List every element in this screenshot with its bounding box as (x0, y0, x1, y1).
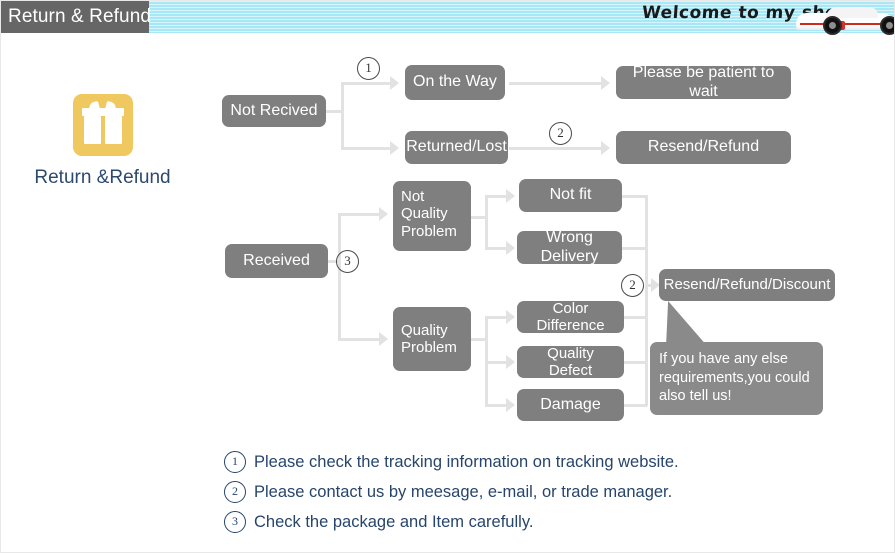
connector-colordiff-merge (622, 316, 647, 319)
marker-1: 1 (357, 57, 380, 80)
callout-bubble: If you have any else requirements,you co… (650, 342, 823, 415)
node-not-quality-problem[interactable]: Not Quality Problem (393, 181, 471, 251)
connector-to-damage (485, 404, 507, 407)
callout-tail (666, 301, 708, 347)
node-label-line2: Quality (401, 205, 448, 223)
node-please-wait[interactable]: Please be patient to wait (616, 64, 791, 100)
connector-received-split (338, 213, 341, 341)
legend-number: 2 (224, 481, 246, 503)
node-quality-defect[interactable]: Quality Defect (517, 345, 624, 379)
brand-block: Return &Refund (25, 94, 180, 189)
node-wrong-delivery[interactable]: Wrong Delivery (517, 229, 622, 265)
node-damage[interactable]: Damage (517, 389, 624, 421)
connector-top-split-vertical (341, 82, 344, 150)
car-wheel-front (823, 16, 842, 35)
node-returned-lost[interactable]: Returned/Lost (405, 131, 508, 164)
connector-to-notquality (338, 213, 380, 216)
legend-text: Please check the tracking information on… (254, 452, 679, 471)
connector-to-ontheway (341, 82, 391, 85)
header-banner: Return & Refund Welcome to my shop (1, 1, 894, 35)
arrow-to-qualitydefect (506, 355, 515, 369)
marker-3: 3 (336, 250, 359, 273)
gift-icon (72, 94, 133, 156)
connector-notquality-split (485, 195, 488, 248)
legend-item: 3 Check the package and Item carefully. (224, 507, 824, 537)
connector-returnedlost-to-resend (509, 147, 601, 150)
legend-item: 1 Please check the tracking information … (224, 447, 824, 477)
legend-text: Check the package and Item carefully. (254, 512, 534, 531)
arrow-to-wait (601, 76, 610, 90)
node-quality-problem[interactable]: Quality Problem (393, 307, 471, 371)
brand-label: Return &Refund (34, 167, 171, 188)
legend-number: 1 (224, 451, 246, 473)
arrow-to-quality (379, 332, 388, 346)
arrow-to-notfit (506, 189, 515, 203)
connector-to-colordiff (485, 316, 507, 319)
node-not-received[interactable]: Not Recived (222, 95, 326, 127)
car-graphic (796, 5, 894, 35)
gift-box-right (104, 116, 122, 144)
car-wheel-rear (880, 16, 894, 35)
page-title: Return & Refund (1, 1, 151, 33)
arrow-to-returnedlost (390, 141, 399, 155)
node-label-line3: Problem (401, 222, 457, 240)
marker-2-top: 2 (549, 122, 572, 145)
node-resend-refund-discount[interactable]: Resend/Refund/Discount (659, 269, 835, 301)
arrow-to-notquality (379, 207, 388, 221)
connector-to-quality (338, 338, 380, 341)
arrow-to-damage (506, 398, 515, 412)
connector-to-returnedlost (341, 147, 391, 150)
marker-2-bottom: 2 (621, 274, 644, 297)
node-label-line1: Quality (401, 321, 448, 339)
connector-to-qualitydefect (485, 361, 507, 364)
return-refund-infographic: Return & Refund Welcome to my shop Retur… (0, 0, 895, 553)
connector-damage-merge (622, 404, 647, 407)
connector-to-notfit (485, 195, 507, 198)
legend-number: 3 (224, 511, 246, 533)
node-on-the-way[interactable]: On the Way (405, 65, 505, 100)
node-color-difference[interactable]: Color Difference (517, 300, 624, 334)
legend: 1 Please check the tracking information … (224, 447, 824, 537)
legend-item: 2 Please contact us by meesage, e-mail, … (224, 477, 824, 507)
connector-to-wrongdelivery (485, 247, 507, 250)
legend-text: Please contact us by meesage, e-mail, or… (254, 482, 673, 501)
connector-wrongdelivery-merge (622, 247, 647, 250)
node-label-line1: Not (401, 188, 425, 205)
gift-lid (81, 108, 124, 116)
connector-ontheway-to-wait (509, 82, 601, 85)
node-received[interactable]: Received (225, 244, 328, 278)
node-label-line2: Problem (401, 339, 457, 356)
connector-notfit-merge (622, 195, 647, 198)
connector-qualitydefect-merge (622, 361, 647, 364)
connector-merge-rail (645, 195, 648, 406)
node-resend-refund[interactable]: Resend/Refund (616, 131, 791, 164)
gift-box-left (83, 116, 101, 144)
node-not-fit[interactable]: Not fit (519, 179, 622, 212)
arrow-to-resend (601, 141, 610, 155)
connector-quality-split (485, 316, 488, 404)
arrow-to-ontheway (390, 76, 399, 90)
arrow-to-colordiff (506, 310, 515, 324)
arrow-to-wrongdelivery (506, 241, 515, 255)
